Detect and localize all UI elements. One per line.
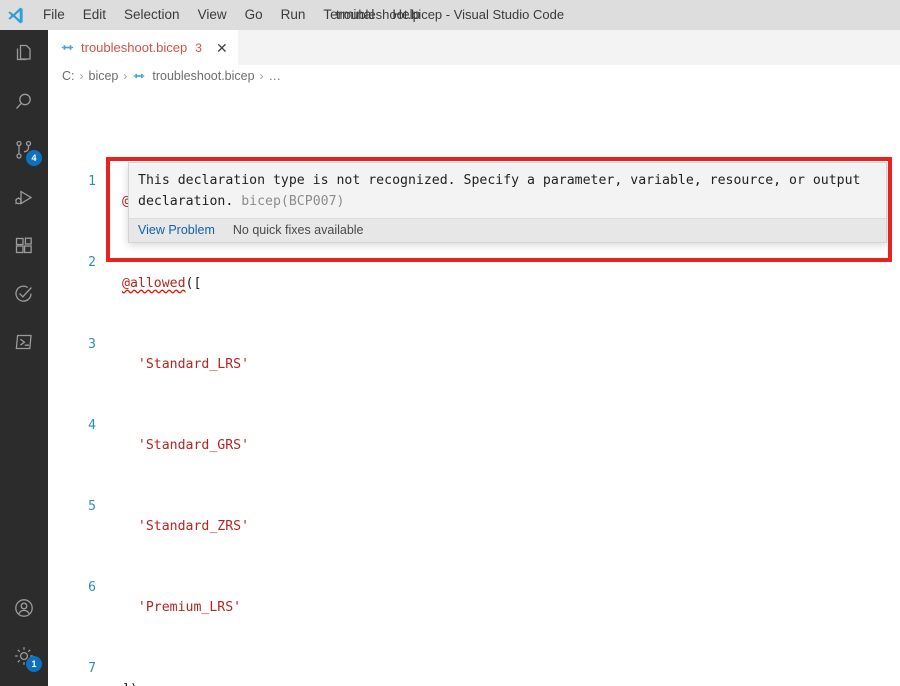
run-and-debug-icon <box>12 186 36 210</box>
activity-azure[interactable] <box>0 318 48 366</box>
source-control-badge: 4 <box>26 150 42 166</box>
editor-area: troubleshoot.bicep 3 ✕ C: › bicep › trou… <box>48 30 900 686</box>
tab-error-count: 3 <box>195 41 202 55</box>
line-number: 2 <box>48 253 96 273</box>
breadcrumb-separator-icon: › <box>123 69 127 83</box>
code-line: 4 'Standard_GRS' <box>48 395 900 415</box>
activity-explorer[interactable] <box>0 30 48 78</box>
activity-source-control[interactable]: 4 <box>0 126 48 174</box>
activity-bar: 4 <box>0 30 48 686</box>
code-line: 5 'Standard_ZRS' <box>48 477 900 497</box>
line-content: 'Standard_LRS' <box>122 355 249 375</box>
tab-bar: troubleshoot.bicep 3 ✕ <box>48 30 900 65</box>
menu-view[interactable]: View <box>189 0 236 30</box>
menu-selection[interactable]: Selection <box>115 0 189 30</box>
line-number: 7 <box>48 659 96 679</box>
line-number: 6 <box>48 578 96 598</box>
search-icon <box>12 90 36 114</box>
settings-badge: 1 <box>26 656 42 672</box>
hover-message-line2: declaration. <box>138 194 233 209</box>
line-content: 'Standard_GRS' <box>122 436 249 456</box>
vscode-window: File Edit Selection View Go Run Terminal… <box>0 0 900 686</box>
account-person-icon <box>12 596 36 620</box>
menu-edit[interactable]: Edit <box>74 0 115 30</box>
menu-help[interactable]: Help <box>383 0 429 30</box>
files-explorer-icon <box>12 42 36 66</box>
hover-actions: View Problem No quick fixes available <box>129 218 886 242</box>
activity-accounts[interactable] <box>0 584 48 632</box>
title-bar: File Edit Selection View Go Run Terminal… <box>0 0 900 30</box>
line-content: ]) <box>122 680 138 686</box>
bicep-file-icon <box>60 40 75 55</box>
menu-run[interactable]: Run <box>272 0 315 30</box>
activity-extensions[interactable] <box>0 222 48 270</box>
tab-troubleshoot-bicep[interactable]: troubleshoot.bicep 3 ✕ <box>48 30 239 65</box>
line-number: 4 <box>48 416 96 436</box>
extensions-blocks-icon <box>12 234 36 258</box>
close-icon[interactable]: ✕ <box>216 41 228 55</box>
breadcrumb-item-more[interactable]: … <box>269 69 282 83</box>
activity-run-debug[interactable] <box>0 174 48 222</box>
menu-file[interactable]: File <box>34 0 74 30</box>
code-line: 3 'Standard_LRS' <box>48 314 900 334</box>
code-line: 6 'Premium_LRS' <box>48 558 900 578</box>
view-problem-link[interactable]: View Problem <box>138 223 215 237</box>
breadcrumb: C: › bicep › troubleshoot.bicep › … <box>48 65 900 87</box>
testing-checkmark-icon <box>12 282 36 306</box>
breadcrumb-item-folder[interactable]: bicep <box>89 69 119 83</box>
line-content: @allowed([ <box>122 274 201 294</box>
menu-bar: File Edit Selection View Go Run Terminal… <box>34 0 429 30</box>
line-content: 'Premium_LRS' <box>122 598 241 618</box>
activity-search[interactable] <box>0 78 48 126</box>
menu-terminal[interactable]: Terminal <box>314 0 383 30</box>
quick-fix-status: No quick fixes available <box>233 223 364 237</box>
breadcrumb-item-file[interactable]: troubleshoot.bicep <box>152 69 254 83</box>
azure-terminal-icon <box>12 330 36 354</box>
activity-settings[interactable]: 1 <box>0 632 48 680</box>
breadcrumb-separator-icon: › <box>80 69 84 83</box>
hover-diagnostic-code: bicep(BCP007) <box>241 194 344 209</box>
bicep-file-icon <box>132 69 147 84</box>
breadcrumb-item-drive[interactable]: C: <box>62 69 75 83</box>
vscode-logo-icon <box>0 0 30 30</box>
code-line: 7 ]) <box>48 639 900 659</box>
menu-go[interactable]: Go <box>236 0 272 30</box>
line-number: 3 <box>48 335 96 355</box>
hover-message: This declaration type is not recognized.… <box>129 163 886 218</box>
breadcrumb-separator-icon: › <box>260 69 264 83</box>
line-number: 5 <box>48 497 96 517</box>
hover-message-line1: This declaration type is not recognized.… <box>138 173 861 188</box>
tab-label: troubleshoot.bicep <box>81 40 187 55</box>
line-content: 'Standard_ZRS' <box>122 517 249 537</box>
activity-testing[interactable] <box>0 270 48 318</box>
line-number: 1 <box>48 172 96 192</box>
diagnostic-hover-popup[interactable]: This declaration type is not recognized.… <box>128 162 887 243</box>
